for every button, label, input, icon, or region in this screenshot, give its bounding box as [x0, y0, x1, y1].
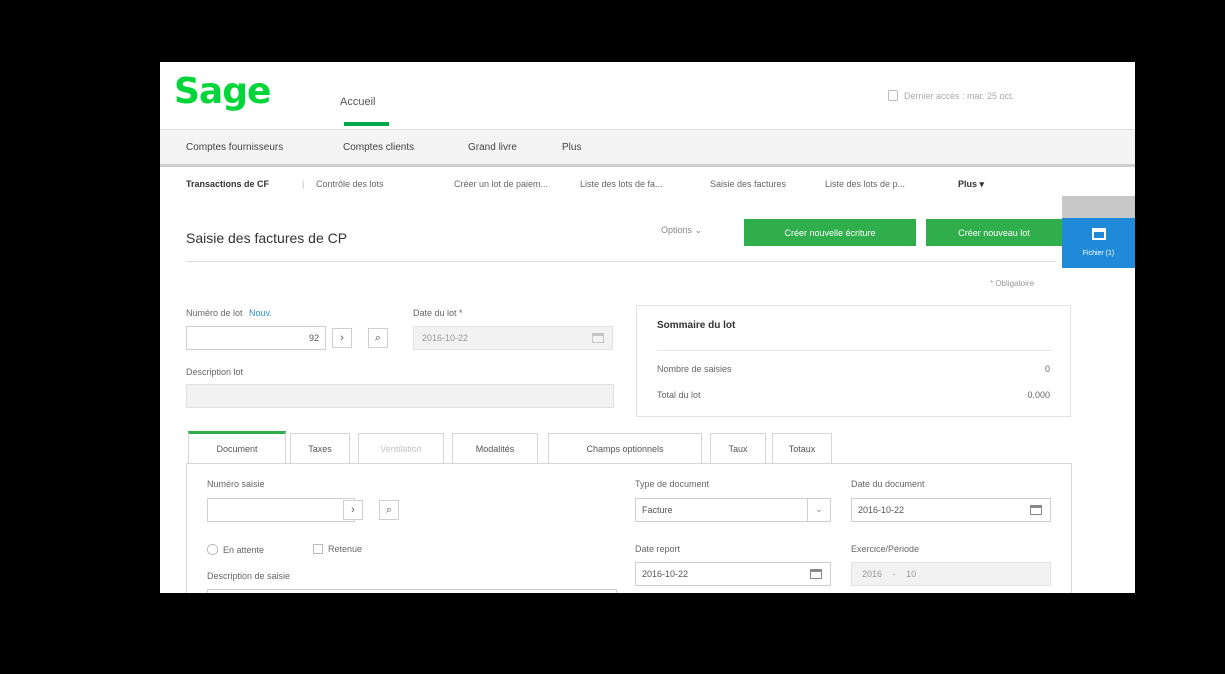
side-widget-header — [1062, 196, 1135, 218]
options-dropdown[interactable]: Options ⌄ — [661, 225, 702, 236]
subnav-item-invoice-entry[interactable]: Saisie des factures — [710, 179, 786, 189]
fiscal-period-field: 2016 - 10 — [851, 562, 1051, 586]
document-date-label: Date du document — [851, 479, 925, 489]
fiscal-period-label: Exercice/Période — [851, 544, 920, 554]
tab-rates[interactable]: Taux — [710, 433, 766, 463]
search-icon: ⌕ — [374, 331, 382, 344]
subnav-item-invoice-batches[interactable]: Liste des lots de fa... — [580, 179, 663, 189]
menu-item-gl[interactable]: Grand livre — [468, 142, 517, 153]
summary-total-value: 0.000 — [1027, 390, 1050, 400]
summary-total-label: Total du lot — [657, 390, 701, 400]
new-batch-button[interactable]: Créer nouveau lot — [926, 219, 1062, 246]
posting-date-input[interactable]: 2016-10-22 — [635, 562, 831, 586]
next-entry-button[interactable]: › — [343, 500, 363, 520]
summary-title: Sommaire du lot — [657, 320, 736, 331]
calendar-icon — [1092, 228, 1106, 240]
breadcrumb-current[interactable]: Transactions de CF — [186, 179, 269, 189]
home-tab-indicator — [344, 122, 389, 126]
next-batch-button[interactable]: › — [332, 328, 352, 348]
batch-date-label: Date du lot * — [413, 308, 463, 318]
batch-number-input[interactable]: 92 — [186, 326, 326, 350]
app-window: Sage Accueil Dernier accès : mar. 25 oct… — [160, 62, 1135, 593]
tab-taxes[interactable]: Taxes — [290, 433, 350, 463]
subnav-item-batch-control[interactable]: Contrôle des lots — [316, 179, 384, 189]
entry-number-label: Numéro saisie — [207, 479, 265, 489]
summary-entries-label: Nombre de saisies — [657, 364, 732, 374]
retention-option[interactable]: Retenue — [313, 544, 362, 554]
posting-date-label: Date report — [635, 544, 681, 554]
summary-divider — [657, 350, 1052, 351]
tab-terms[interactable]: Modalités — [452, 433, 538, 463]
tab-totals[interactable]: Totaux — [772, 433, 832, 463]
chevron-down-icon[interactable]: ⌄ — [807, 498, 830, 522]
document-type-select[interactable]: Facture ⌄ — [635, 498, 831, 522]
document-type-value: Facture — [642, 505, 673, 515]
document-date-input[interactable]: 2016-10-22 — [851, 498, 1051, 522]
tab-optional-fields[interactable]: Champs optionnels — [548, 433, 702, 463]
on-hold-option[interactable]: En attente — [207, 544, 264, 555]
fiscal-period-separator: - — [892, 569, 896, 579]
batch-date-value: 2016-10-22 — [422, 333, 469, 343]
main-menu: Comptes fournisseurs Comptes clients Gra… — [160, 129, 1135, 167]
subnav-item-payment-batch[interactable]: Créer un lot de paiem... — [454, 179, 548, 189]
lock-icon — [888, 90, 898, 101]
breadcrumb: Transactions de CF | Contrôle des lots C… — [160, 174, 1135, 198]
summary-entries-value: 0 — [1044, 364, 1050, 374]
menu-item-ap[interactable]: Comptes fournisseurs — [186, 142, 283, 153]
entry-description-input[interactable] — [207, 589, 617, 593]
menu-item-ar[interactable]: Comptes clients — [343, 142, 414, 153]
on-hold-label: En attente — [223, 544, 265, 555]
breadcrumb-separator: | — [302, 179, 305, 189]
document-type-label: Type de document — [635, 479, 710, 489]
user-info: Dernier accès : mar. 25 oct. — [888, 90, 1014, 101]
tab-document[interactable]: Document — [188, 431, 286, 463]
subnav-more[interactable]: Plus ▾ — [958, 179, 984, 190]
document-tab-panel: Numéro saisie 1 › ⌕ En attente Retenue D… — [186, 463, 1072, 593]
batch-summary: Sommaire du lot Nombre de saisies 0 Tota… — [636, 305, 1071, 417]
fiscal-year-value: 2016 — [862, 569, 883, 579]
side-widget-label: Fichier (1) — [1082, 250, 1115, 257]
subnav-item-payment-batches[interactable]: Liste des lots de p... — [825, 179, 905, 189]
fiscal-period-value: 10 — [906, 569, 917, 579]
title-divider — [186, 261, 1056, 262]
menu-item-more[interactable]: Plus — [562, 142, 581, 153]
page-title: Saisie des factures de CP — [186, 230, 348, 246]
sage-logo[interactable]: Sage — [174, 70, 271, 114]
entry-number-input[interactable]: 1 — [207, 498, 355, 522]
calendar-icon[interactable] — [1030, 505, 1042, 515]
calendar-icon[interactable] — [592, 333, 604, 343]
batch-description-input[interactable] — [186, 384, 614, 408]
retention-checkbox[interactable] — [313, 544, 323, 554]
calendar-icon[interactable] — [810, 569, 822, 579]
batch-number-label: Numéro de lot Nouv. — [186, 308, 272, 318]
tab-home[interactable]: Accueil — [340, 96, 375, 108]
entry-search-button[interactable]: ⌕ — [379, 500, 399, 520]
entry-description-label: Description de saisie — [207, 571, 291, 581]
side-widget[interactable]: Fichier (1) — [1062, 196, 1135, 268]
batch-date-input[interactable]: 2016-10-22 — [413, 326, 613, 350]
tab-distribution: Ventilation — [358, 433, 444, 463]
user-info-text: Dernier accès : mar. 25 oct. — [904, 90, 1015, 101]
posting-date-value: 2016-10-22 — [642, 569, 689, 579]
mandatory-note: * Obligatoire — [990, 279, 1035, 288]
batch-search-button[interactable]: ⌕ — [368, 328, 388, 348]
retention-label: Retenue — [328, 544, 363, 554]
batch-description-label: Description lot — [186, 367, 244, 377]
side-widget-body[interactable]: Fichier (1) — [1062, 218, 1135, 268]
new-batch-link[interactable]: Nouv. — [249, 308, 272, 318]
new-entry-button[interactable]: Créer nouvelle écriture — [744, 219, 916, 246]
on-hold-checkbox[interactable] — [207, 544, 218, 555]
document-date-value: 2016-10-22 — [858, 505, 905, 515]
search-icon: ⌕ — [385, 503, 393, 516]
